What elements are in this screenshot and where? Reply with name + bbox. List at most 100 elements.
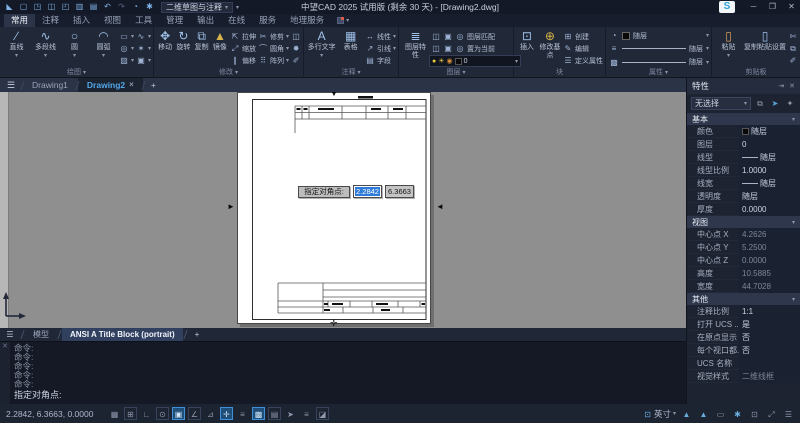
define-attributes-icon[interactable]: ☰ xyxy=(563,56,573,65)
insert-block-button[interactable]: ⊡插入 xyxy=(517,29,537,68)
property-value[interactable]: 否 xyxy=(739,331,800,344)
trim-icon[interactable]: ✂ xyxy=(258,32,268,41)
array-icon[interactable]: ⠿ xyxy=(258,56,268,65)
select-objects-icon[interactable]: ➤ xyxy=(769,99,781,108)
field-label[interactable]: 字段 xyxy=(377,56,391,66)
isolate-objects-toggle[interactable]: ◪ xyxy=(316,407,329,420)
property-value[interactable]: 随层 xyxy=(739,177,800,190)
new-file-icon[interactable]: ▢ xyxy=(18,0,29,14)
property-value[interactable] xyxy=(739,357,800,370)
layer-state-icon[interactable]: ◫ xyxy=(431,32,441,41)
base-point-button[interactable]: ⊕修改基点 xyxy=(539,29,561,68)
dynamic-input-toggle[interactable]: ✛ xyxy=(220,407,233,420)
property-value[interactable]: 0 xyxy=(739,138,800,151)
clipboard-group-label[interactable]: 剪贴板 xyxy=(712,68,800,78)
close-command-icon[interactable]: ✕ xyxy=(2,343,8,350)
maximize-button[interactable]: ❐ xyxy=(764,0,781,14)
table-button[interactable]: ▦表格 xyxy=(338,29,363,68)
dim-linear-icon[interactable]: ↔ xyxy=(365,32,375,41)
toolbar-options-icon[interactable]: ▾ xyxy=(236,4,239,11)
workspace-switch-icon[interactable]: ▭ xyxy=(714,407,727,420)
annotation-monitor-toggle[interactable]: ➤ xyxy=(284,407,297,420)
layout-menu-icon[interactable]: ☰ xyxy=(0,330,20,339)
fillet-label[interactable]: 圆角 xyxy=(270,44,284,54)
property-value[interactable]: 1:1 xyxy=(739,305,800,318)
copy-paste-settings-button[interactable]: ▯复制粘贴设置 xyxy=(744,29,786,68)
property-value[interactable]: 随层 xyxy=(739,151,800,164)
copy-button[interactable]: ⧉复制 xyxy=(194,29,210,68)
save-icon[interactable]: ◫ xyxy=(46,0,57,14)
lineweight-display-toggle[interactable]: ≡ xyxy=(236,407,249,420)
move-button[interactable]: ✥移动 xyxy=(157,29,173,68)
leader-icon[interactable]: ↗ xyxy=(365,44,375,53)
dim-linear-label[interactable]: 线性 xyxy=(377,32,391,42)
property-value[interactable]: 随层 xyxy=(739,125,800,138)
viewport-arrow-right[interactable]: ◄ xyxy=(436,203,444,211)
layout1-tab[interactable]: ANSI A Title Block (portrait) xyxy=(62,328,183,341)
property-value[interactable]: 1.0000 xyxy=(739,164,800,177)
selection-cycling-toggle[interactable]: ▤ xyxy=(268,407,281,420)
object-color-control[interactable]: ◔随层▾ xyxy=(609,30,709,41)
plot-preview-icon[interactable]: ▤ xyxy=(88,0,99,14)
section-basic[interactable]: 基本▾ xyxy=(687,113,800,125)
tab-insert[interactable]: 插入 xyxy=(66,14,97,27)
rotate-button[interactable]: ↻旋转 xyxy=(175,29,191,68)
object-snap-toggle[interactable]: ▣ xyxy=(172,407,185,420)
save-as-icon[interactable]: ◰ xyxy=(60,0,71,14)
viewport-arrow-top[interactable]: ▼ xyxy=(330,92,338,98)
spline-icon[interactable]: ∿ xyxy=(136,32,146,41)
new-tab-button[interactable]: + xyxy=(144,80,163,90)
zwcad-logo-icon[interactable]: ◣ xyxy=(4,0,15,14)
circle-button[interactable]: ○圆▾ xyxy=(61,29,88,68)
line-button[interactable]: ∕直线▾ xyxy=(3,29,30,68)
command-prompt[interactable]: 指定对角点: xyxy=(14,388,62,401)
edit-block-label[interactable]: 编辑 xyxy=(575,44,589,54)
options-gear-icon[interactable]: ✱ xyxy=(144,0,155,14)
tab-geo[interactable]: 地理服务 xyxy=(283,14,331,27)
transparency-toggle[interactable]: ▩ xyxy=(252,407,265,420)
object-snap-tracking-toggle[interactable]: ∠ xyxy=(188,407,201,420)
redo-icon[interactable]: ↷ xyxy=(116,0,127,14)
property-value[interactable]: 二维线框 xyxy=(739,370,800,383)
rectangle-icon[interactable]: ▭ xyxy=(119,32,129,41)
close-panel-icon[interactable]: ✕ xyxy=(789,82,795,90)
section-misc[interactable]: 其他▾ xyxy=(687,293,800,305)
tab-tools[interactable]: 工具 xyxy=(128,14,159,27)
copy-clip-icon[interactable]: ⧉ xyxy=(788,44,798,54)
brush-icon[interactable]: ✐ xyxy=(291,56,301,65)
status-menu-icon[interactable]: ☰ xyxy=(782,407,795,420)
undo-icon[interactable]: ↶ xyxy=(102,0,113,14)
create-block-icon[interactable]: ⊞ xyxy=(563,32,573,41)
region-icon[interactable]: ▣ xyxy=(136,56,146,65)
settings-gear-icon[interactable]: ✱ xyxy=(731,407,744,420)
erase-icon[interactable]: ◫ xyxy=(291,32,301,41)
property-value[interactable]: 0.0000 xyxy=(739,203,800,216)
dynamic-ucs-toggle[interactable]: ⊿ xyxy=(204,407,217,420)
tab-online[interactable]: 在线 xyxy=(221,14,252,27)
layer-match-label[interactable]: 图层匹配 xyxy=(467,32,495,42)
auto-hide-pin-icon[interactable]: ⇥ xyxy=(778,82,784,90)
model-tab[interactable]: 模型 xyxy=(25,328,57,341)
layers-group-label[interactable]: 图层 ▾ xyxy=(399,68,513,78)
polar-tracking-toggle[interactable]: ⊙ xyxy=(156,407,169,420)
units-dropdown[interactable]: ⊡英寸▾ xyxy=(643,407,676,420)
point-icon[interactable]: ✶ xyxy=(136,44,146,53)
draw-group-label[interactable]: 绘图 ▾ xyxy=(0,68,153,78)
block-group-label[interactable]: 块 xyxy=(514,68,605,78)
property-value[interactable]: 随层 xyxy=(739,190,800,203)
field-icon[interactable]: ▤ xyxy=(365,56,375,65)
quick-select-icon[interactable]: ⧉ xyxy=(754,99,766,109)
online-icon[interactable]: ◔ xyxy=(130,0,141,14)
close-button[interactable]: ✕ xyxy=(783,0,800,14)
arc-button[interactable]: ◠圆弧▾ xyxy=(90,29,117,68)
create-block-label[interactable]: 创建 xyxy=(575,32,589,42)
cut-icon[interactable]: ✄ xyxy=(788,32,798,41)
explode-icon[interactable]: ✸ xyxy=(291,44,301,53)
new-layout-button[interactable]: + xyxy=(188,330,207,339)
tab-home[interactable]: 常用 xyxy=(4,14,35,27)
stretch-label[interactable]: 拉伸 xyxy=(242,32,256,42)
mirror-button[interactable]: ▲镜像 xyxy=(212,29,228,68)
tab-manage[interactable]: 管理 xyxy=(159,14,190,27)
layer-dropdown[interactable]: ● ☀ ◉ 0 ▾ xyxy=(429,55,521,67)
set-current-label[interactable]: 置为当前 xyxy=(467,44,495,54)
